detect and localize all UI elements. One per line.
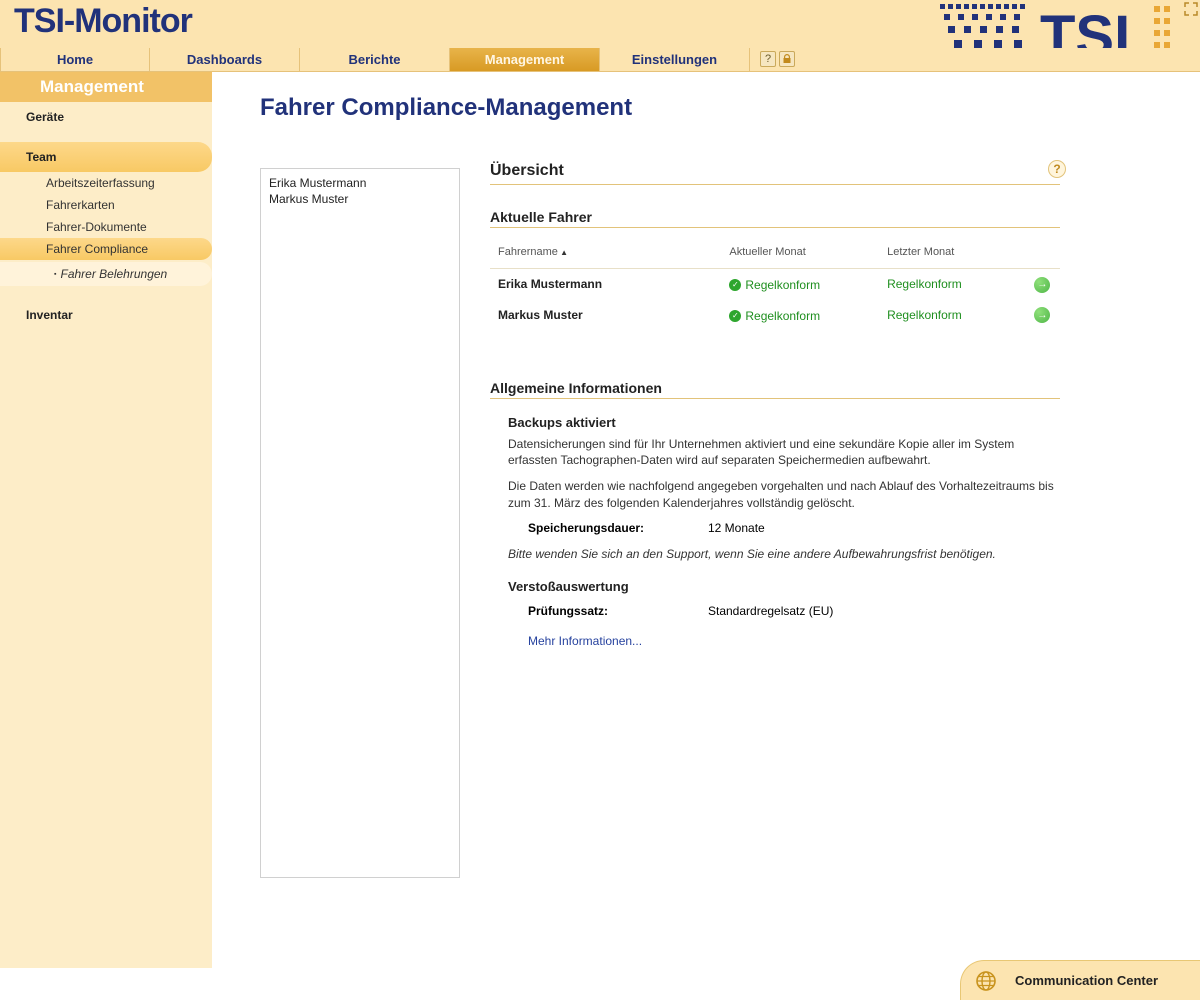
violation-heading: Verstoßauswertung: [508, 579, 1060, 594]
overview-heading-label: Übersicht: [490, 162, 564, 179]
driver-list-item[interactable]: Erika Mustermann: [269, 175, 451, 191]
sidebar: Management Geräte Team Arbeitszeiterfass…: [0, 72, 212, 968]
current-drivers-heading: Aktuelle Fahrer: [490, 209, 1060, 228]
check-icon: ✓: [729, 310, 741, 322]
nav-home[interactable]: Home: [0, 48, 150, 71]
check-icon: ✓: [729, 279, 741, 291]
backups-block: Backups aktiviert Datensicherungen sind …: [490, 415, 1060, 648]
help-icon[interactable]: ?: [1048, 160, 1066, 178]
more-info-link[interactable]: Mehr Informationen...: [528, 634, 642, 648]
communication-center-label: Communication Center: [1015, 973, 1158, 988]
lock-icon[interactable]: [779, 51, 795, 67]
nav-dashboards[interactable]: Dashboards: [150, 48, 300, 71]
backups-heading: Backups aktiviert: [508, 415, 1060, 430]
col-last-month: Letzter Monat: [879, 242, 1026, 269]
sidebar-item-drivercards[interactable]: Fahrerkarten: [0, 194, 212, 216]
cell-driver-name: Erika Mustermann: [490, 269, 721, 300]
backups-text-2: Die Daten werden wie nachfolgend angegeb…: [508, 478, 1060, 510]
sidebar-item-worktime[interactable]: Arbeitszeiterfassung: [0, 172, 212, 194]
status-last: Regelkonform: [887, 277, 962, 291]
cell-driver-name: Markus Muster: [490, 300, 721, 331]
sidebar-section-devices[interactable]: Geräte: [0, 102, 212, 132]
sidebar-item-driverdocs[interactable]: Fahrer-Dokumente: [0, 216, 212, 238]
page-title: Fahrer Compliance-Management: [260, 94, 632, 122]
sidebar-item-briefings[interactable]: Fahrer Belehrungen: [0, 262, 212, 286]
globe-icon: [975, 970, 997, 992]
support-note: Bitte wenden Sie sich an den Support, we…: [508, 547, 1060, 561]
driver-list-panel: Erika Mustermann Markus Muster: [260, 168, 460, 878]
status-current: ✓Regelkonform: [729, 309, 820, 323]
status-current: ✓Regelkonform: [729, 278, 820, 292]
app-logo-text: TSI-Monitor: [14, 2, 192, 41]
ruleset-label: Prüfungssatz:: [528, 604, 708, 618]
retention-label: Speicherungsdauer:: [528, 521, 708, 535]
sidebar-section-team[interactable]: Team: [0, 142, 212, 172]
general-info-heading: Allgemeine Informationen: [490, 380, 1060, 399]
overview-panel: Übersicht ? Aktuelle Fahrer Fahrername A…: [490, 162, 1160, 968]
sidebar-item-compliance[interactable]: Fahrer Compliance: [0, 238, 212, 260]
nav-management[interactable]: Management: [450, 48, 600, 71]
backups-text-1: Datensicherungen sind für Ihr Unternehme…: [508, 436, 1060, 468]
sidebar-section-inventory[interactable]: Inventar: [0, 300, 212, 330]
driver-list-item[interactable]: Markus Muster: [269, 191, 451, 207]
retention-value: 12 Monate: [708, 521, 765, 535]
communication-center-button[interactable]: Communication Center: [960, 960, 1200, 1000]
col-driver-name[interactable]: Fahrername: [490, 242, 721, 269]
table-row: Erika Mustermann ✓Regelkonform Regelkonf…: [490, 269, 1060, 300]
arrow-right-icon[interactable]: →: [1034, 277, 1050, 293]
nav-settings[interactable]: Einstellungen: [600, 48, 750, 71]
col-current-month: Aktueller Monat: [721, 242, 879, 269]
nav-reports[interactable]: Berichte: [300, 48, 450, 71]
main-nav: Home Dashboards Berichte Management Eins…: [0, 48, 1200, 72]
fullscreen-icon[interactable]: [1184, 2, 1198, 16]
overview-heading: Übersicht ?: [490, 162, 1060, 185]
status-last: Regelkonform: [887, 308, 962, 322]
drivers-table: Fahrername Aktueller Monat Letzter Monat…: [490, 242, 1060, 330]
app-header: TSI-Monitor TSI: [0, 0, 1200, 48]
arrow-right-icon[interactable]: →: [1034, 307, 1050, 323]
main-content: Fahrer Compliance-Management Erika Muste…: [212, 72, 1200, 968]
sidebar-title: Management: [0, 72, 212, 102]
table-row: Markus Muster ✓Regelkonform Regelkonform…: [490, 300, 1060, 331]
ruleset-value: Standardregelsatz (EU): [708, 604, 833, 618]
help-icon[interactable]: ?: [760, 51, 776, 67]
